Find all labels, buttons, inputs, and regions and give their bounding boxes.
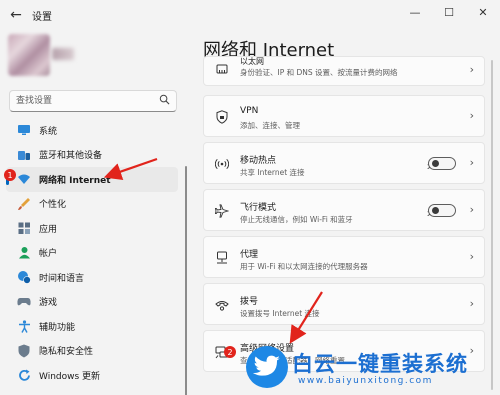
- vpn-shield-icon: [214, 109, 230, 125]
- annotation-badge-2: 2: [224, 346, 236, 358]
- globe-clock-icon: [16, 269, 32, 285]
- refresh-icon: [16, 367, 32, 383]
- ethernet-icon: [214, 61, 230, 77]
- chevron-right-icon: ›: [469, 109, 474, 122]
- chevron-right-icon: ›: [469, 203, 474, 216]
- card-title: 代理: [240, 250, 259, 260]
- sidebar-item-label: 隐私和安全性: [39, 347, 94, 358]
- card-mobile-hotspot[interactable]: 移动热点 共享 Internet 连接 关 ›: [203, 142, 485, 184]
- airplane-toggle[interactable]: [428, 204, 456, 217]
- annotation-badge-1: 1: [4, 169, 16, 181]
- wifi-icon: [16, 171, 32, 187]
- card-title: 拨号: [240, 297, 259, 307]
- sidebar-item-time-language[interactable]: 时间和语言: [6, 265, 178, 290]
- card-desc: 停止无线通信，例如 Wi-Fi 和蓝牙: [240, 215, 353, 224]
- watermark: 白云一键重装系统 www.baiyunxitong.com: [246, 342, 500, 395]
- card-title: 移动热点: [240, 156, 277, 166]
- monitor-icon: [16, 122, 32, 138]
- sidebar: 系统 蓝牙和其他设备 网络和 Internet 个性化 应用 帐户: [0, 30, 187, 395]
- sidebar-item-windows-update[interactable]: Windows 更新: [6, 363, 178, 388]
- app-title: 设置: [32, 11, 52, 23]
- sidebar-item-personalization[interactable]: 个性化: [6, 192, 178, 217]
- close-button[interactable]: ✕: [466, 0, 500, 24]
- proxy-icon: [214, 250, 230, 266]
- card-desc: 共享 Internet 连接: [240, 168, 305, 177]
- settings-window: ← 设置 — ☐ ✕ 系统 蓝牙和其他设备: [0, 0, 500, 395]
- sidebar-item-accounts[interactable]: 帐户: [6, 241, 178, 266]
- sidebar-item-bluetooth[interactable]: 蓝牙和其他设备: [6, 143, 178, 168]
- card-title: 飞行模式: [240, 203, 277, 213]
- search-box[interactable]: [9, 90, 177, 112]
- minimize-button[interactable]: —: [398, 0, 432, 24]
- card-vpn[interactable]: VPN 添加、连接、管理 ›: [203, 95, 485, 137]
- card-desc: 用于 Wi-Fi 和以太网连接的代理服务器: [240, 262, 368, 271]
- user-profile[interactable]: [8, 34, 74, 78]
- card-proxy[interactable]: 代理 用于 Wi-Fi 和以太网连接的代理服务器 ›: [203, 236, 485, 278]
- sidebar-item-label: 辅助功能: [39, 322, 76, 333]
- chevron-right-icon: ›: [469, 156, 474, 169]
- back-arrow-icon: ←: [10, 7, 22, 23]
- bluetooth-devices-icon: [16, 147, 32, 163]
- twitter-bird-logo: [246, 346, 288, 388]
- dialup-icon: [214, 297, 230, 313]
- sidebar-item-label: 网络和 Internet: [39, 175, 111, 186]
- card-desc: 添加、连接、管理: [240, 121, 300, 130]
- toggle-knob: [432, 160, 439, 167]
- sidebar-item-network[interactable]: 网络和 Internet: [6, 167, 178, 192]
- search-icon[interactable]: [159, 94, 170, 108]
- card-desc: 设置拨号 Internet 连接: [240, 309, 320, 318]
- avatar: [8, 34, 50, 76]
- airplane-icon: [214, 203, 230, 219]
- accessibility-icon: [16, 318, 32, 334]
- chevron-right-icon: ›: [469, 297, 474, 310]
- sidebar-item-gaming[interactable]: 游戏: [6, 290, 178, 315]
- main-scrollbar[interactable]: [491, 60, 493, 390]
- hotspot-toggle[interactable]: [428, 157, 456, 170]
- sidebar-item-label: 游戏: [39, 298, 58, 309]
- watermark-url: www.baiyunxitong.com: [298, 376, 433, 386]
- watermark-title: 白云一键重装系统: [292, 352, 468, 376]
- sidebar-item-privacy[interactable]: 隐私和安全性: [6, 339, 178, 364]
- sidebar-item-system[interactable]: 系统: [6, 118, 178, 143]
- sidebar-item-apps[interactable]: 应用: [6, 216, 178, 241]
- card-airplane-mode[interactable]: 飞行模式 停止无线通信，例如 Wi-Fi 和蓝牙 关 ›: [203, 189, 485, 231]
- brush-icon: [16, 196, 32, 212]
- sidebar-nav: 系统 蓝牙和其他设备 网络和 Internet 个性化 应用 帐户 时间和语言 …: [6, 118, 178, 388]
- toggle-knob: [432, 207, 439, 214]
- sidebar-item-label: 蓝牙和其他设备: [39, 151, 103, 162]
- sidebar-scrollbar[interactable]: [185, 166, 187, 395]
- card-title: VPN: [240, 106, 259, 116]
- sidebar-item-label: 帐户: [39, 249, 58, 260]
- back-button[interactable]: ←: [2, 1, 30, 29]
- sidebar-item-label: 时间和语言: [39, 273, 85, 284]
- maximize-button[interactable]: ☐: [432, 0, 466, 24]
- apps-icon: [16, 220, 32, 236]
- search-input[interactable]: [10, 95, 158, 107]
- card-title: 以太网: [240, 57, 264, 66]
- window-controls: — ☐ ✕: [398, 0, 500, 24]
- sidebar-item-label: 系统: [39, 126, 58, 137]
- card-desc: 身份验证、IP 和 DNS 设置、按流量计费的网络: [240, 68, 398, 77]
- card-dialup[interactable]: 拨号 设置拨号 Internet 连接 ›: [203, 283, 485, 325]
- card-ethernet[interactable]: 以太网 身份验证、IP 和 DNS 设置、按流量计费的网络 ›: [203, 56, 485, 86]
- sidebar-item-accessibility[interactable]: 辅助功能: [6, 314, 178, 339]
- sidebar-item-label: 个性化: [39, 200, 67, 211]
- hotspot-icon: [214, 156, 230, 172]
- chevron-right-icon: ›: [469, 250, 474, 263]
- sidebar-item-label: 应用: [39, 224, 58, 235]
- sidebar-item-label: Windows 更新: [39, 371, 101, 382]
- game-controller-icon: [16, 294, 32, 310]
- person-icon: [16, 245, 32, 261]
- user-name-blurred: [52, 48, 74, 60]
- shield-icon: [16, 343, 32, 359]
- chevron-right-icon: ›: [469, 63, 474, 76]
